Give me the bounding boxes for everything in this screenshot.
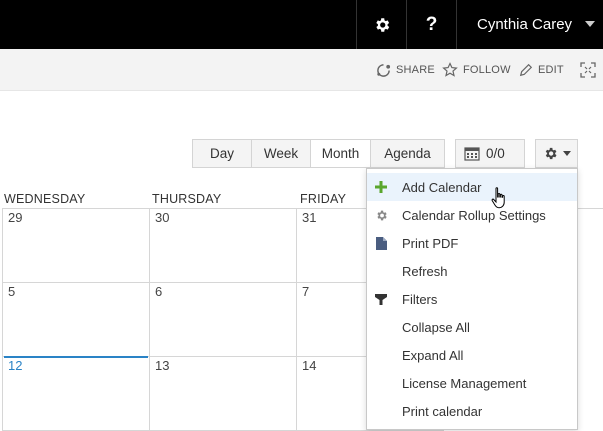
menu-item-label: Add Calendar: [402, 179, 482, 195]
day-header-friday: FRIDAY: [300, 192, 347, 206]
star-icon: [442, 62, 458, 77]
menu-item-print-calendar[interactable]: Print calendar: [367, 397, 577, 425]
edit-button[interactable]: EDIT: [519, 61, 564, 79]
day-header-thursday: THURSDAY: [152, 192, 222, 206]
menu-item-expand-all[interactable]: Expand All: [367, 341, 577, 369]
day-number: 31: [302, 210, 317, 225]
date-counter: 0/0: [486, 146, 505, 161]
menu-item-filters[interactable]: Filters: [367, 285, 577, 313]
gear-icon: [375, 17, 389, 32]
calendar-icon: [464, 147, 480, 161]
settings-menu: Add Calendar Calendar Rollup Settings Pr…: [366, 168, 578, 430]
calendar-day-cell[interactable]: 30: [149, 208, 297, 283]
caret-down-icon: [585, 21, 595, 27]
menu-item-collapse-all[interactable]: Collapse All: [367, 313, 577, 341]
action-bar: SHARE FOLLOW EDIT: [0, 49, 603, 91]
calendar-day-cell[interactable]: 29: [2, 208, 150, 283]
date-picker-button[interactable]: 0/0: [455, 139, 525, 168]
day-number: 7: [302, 284, 310, 299]
suite-bar: ? Cynthia Carey: [0, 0, 603, 49]
day-number: 30: [155, 210, 170, 225]
menu-item-refresh[interactable]: Refresh: [367, 257, 577, 285]
edit-label: EDIT: [538, 64, 564, 76]
menu-item-license-management[interactable]: License Management: [367, 369, 577, 397]
today-indicator: [4, 356, 148, 358]
calendar-day-cell[interactable]: 13: [149, 356, 297, 431]
day-header-wednesday: WEDNESDAY: [4, 192, 86, 206]
tab-day[interactable]: Day: [192, 139, 251, 168]
menu-item-calendar-rollup-settings[interactable]: Calendar Rollup Settings: [367, 201, 577, 229]
view-tabs: Day Week Month Agenda: [192, 139, 445, 168]
filter-icon: [373, 291, 389, 307]
calendar-day-cell[interactable]: 5: [2, 282, 150, 357]
share-icon: [377, 63, 391, 77]
menu-item-label: Expand All: [402, 347, 464, 363]
tab-week[interactable]: Week: [251, 139, 310, 168]
pencil-icon: [519, 63, 533, 77]
menu-item-label: Print calendar: [402, 403, 483, 419]
tab-agenda[interactable]: Agenda: [370, 139, 445, 168]
caret-down-icon: [562, 151, 571, 156]
menu-item-label: Refresh: [402, 263, 448, 279]
calendar-day-cell[interactable]: 6: [149, 282, 297, 357]
follow-button[interactable]: FOLLOW: [442, 61, 511, 79]
menu-item-label: Collapse All: [402, 319, 470, 335]
help-label: ?: [425, 13, 438, 35]
plus-icon: [373, 179, 389, 195]
hand-cursor-icon: [491, 187, 505, 209]
share-button[interactable]: SHARE: [376, 61, 435, 79]
day-number: 6: [155, 284, 163, 299]
gear-icon: [373, 207, 389, 223]
share-label: SHARE: [396, 64, 435, 76]
menu-item-label: Calendar Rollup Settings: [402, 207, 546, 223]
tab-month[interactable]: Month: [310, 139, 370, 168]
user-menu-button[interactable]: Cynthia Carey: [456, 0, 603, 49]
menu-item-label: Print PDF: [402, 235, 459, 251]
menu-item-print-pdf[interactable]: Print PDF: [367, 229, 577, 257]
menu-item-label: Filters: [402, 291, 438, 307]
follow-label: FOLLOW: [463, 64, 511, 76]
day-number: 29: [8, 210, 23, 225]
settings-button[interactable]: [356, 0, 406, 49]
calendar-day-cell-today[interactable]: 12: [2, 356, 150, 431]
menu-item-add-calendar[interactable]: Add Calendar: [367, 173, 577, 201]
day-number: 5: [8, 284, 16, 299]
menu-item-label: License Management: [402, 375, 527, 391]
help-button[interactable]: ?: [406, 0, 456, 49]
day-number: 14: [302, 358, 317, 373]
day-number-today: 12: [8, 358, 23, 373]
user-name: Cynthia Carey: [477, 16, 573, 33]
day-number: 13: [155, 358, 170, 373]
focus-icon: [580, 62, 596, 78]
focus-mode-button[interactable]: [580, 61, 601, 79]
gear-icon: [545, 147, 556, 160]
calendar-settings-button[interactable]: [535, 139, 578, 168]
document-icon: [373, 235, 389, 251]
